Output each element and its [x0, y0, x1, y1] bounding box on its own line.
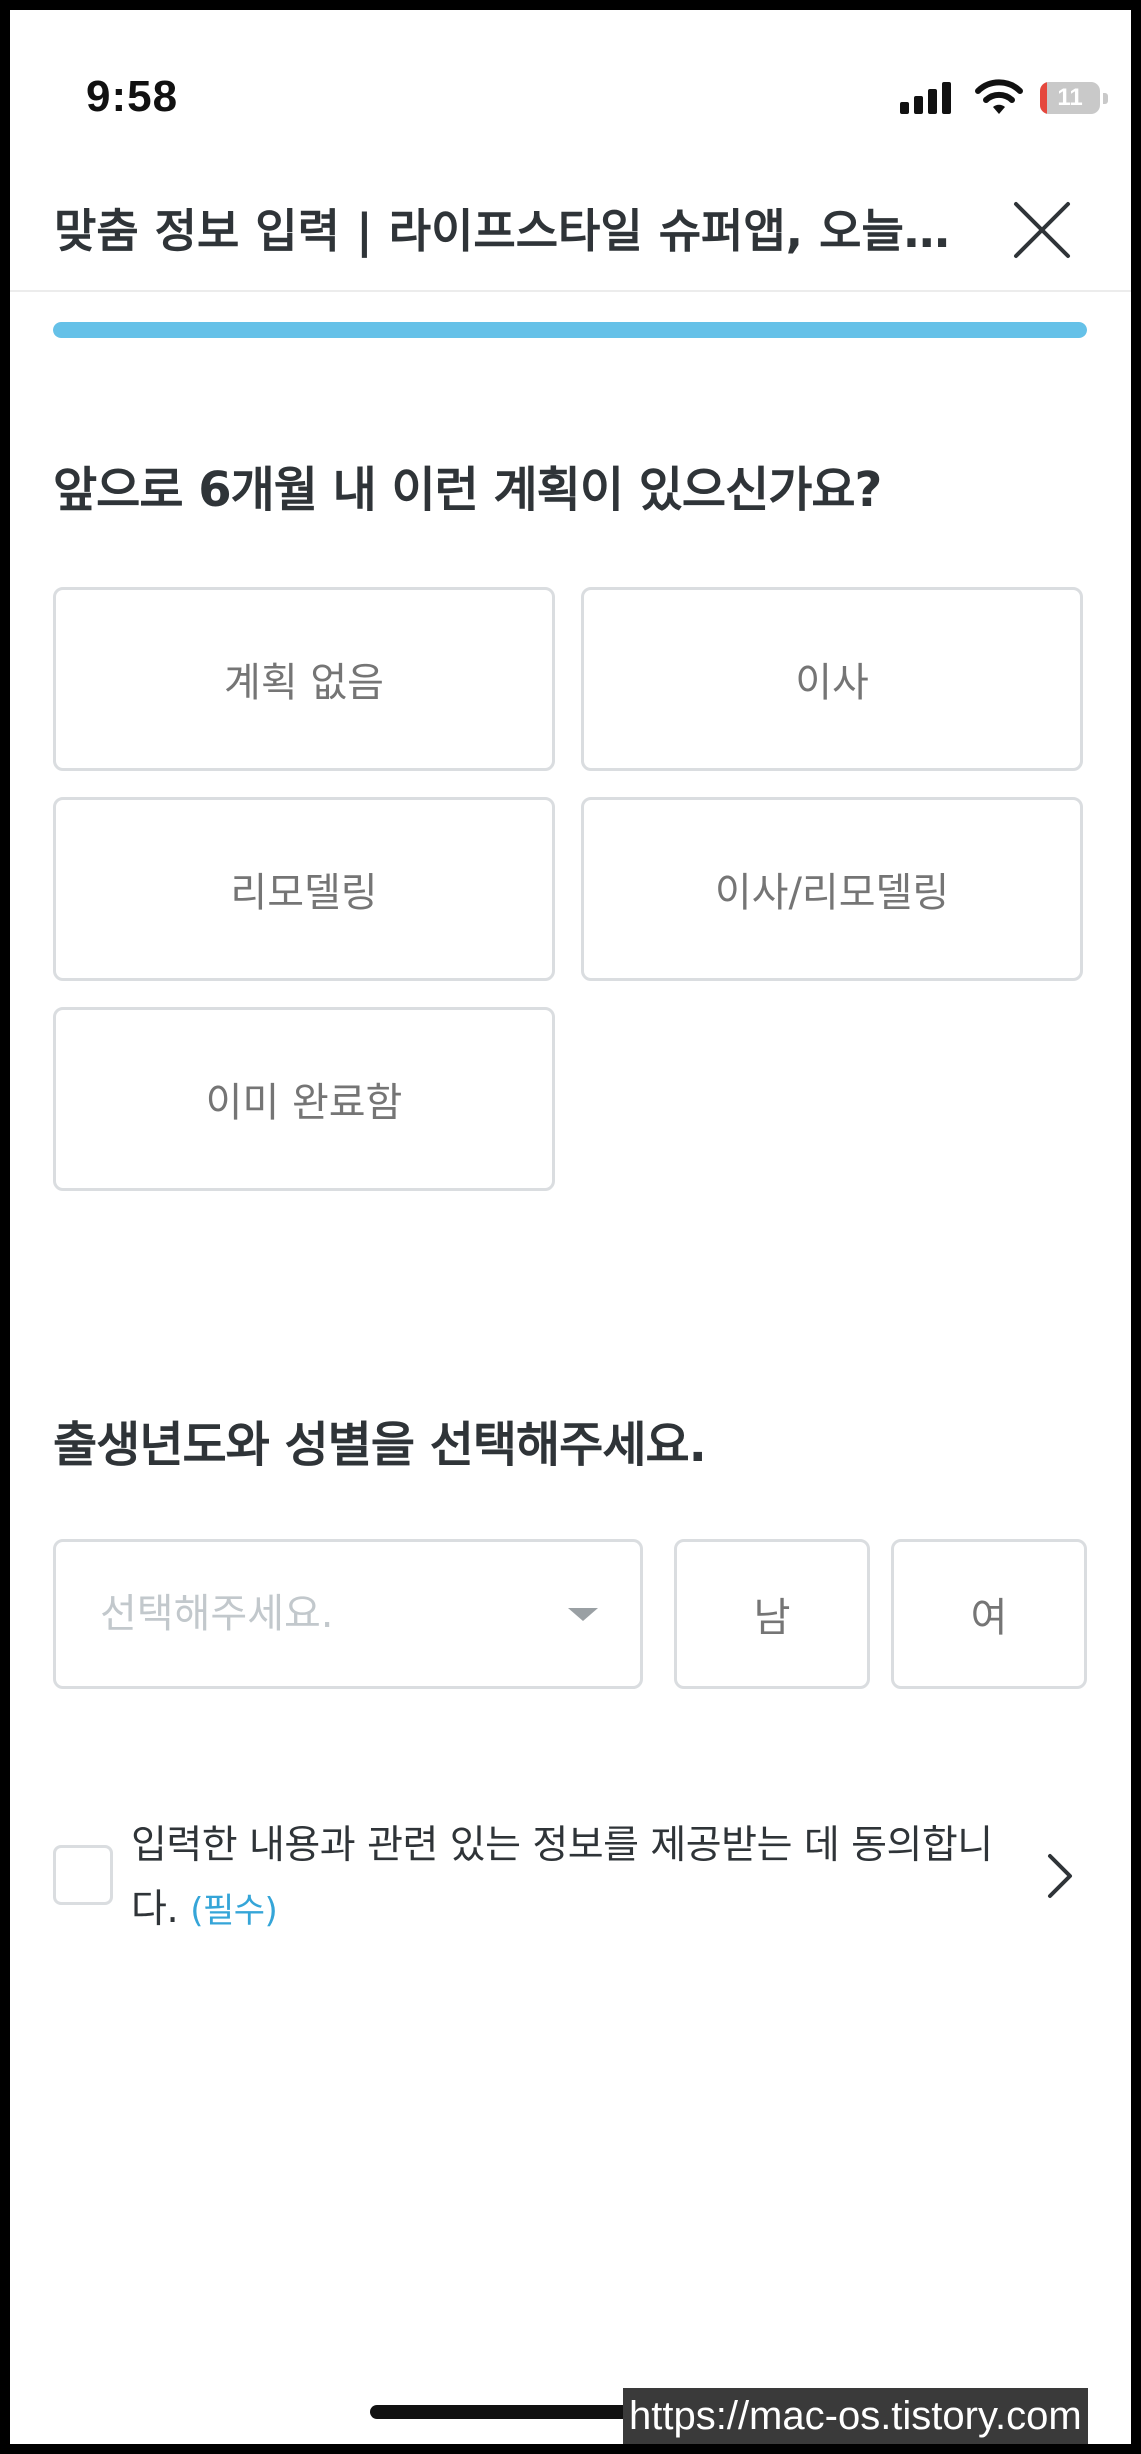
gender-male-button[interactable]: 남	[674, 1539, 870, 1689]
battery-level: 11	[1057, 84, 1083, 111]
status-time: 9:58	[86, 72, 179, 121]
gender-female-button[interactable]: 여	[891, 1539, 1087, 1689]
birth-year-select[interactable]: 선택해주세요.	[53, 1539, 643, 1689]
watermark: https://mac-os.tistory.com	[623, 2388, 1088, 2444]
required-label: (필수)	[190, 1891, 278, 1931]
header-divider	[10, 290, 1131, 292]
option-no-plan[interactable]: 계획 없음	[53, 587, 555, 771]
plan-question-title: 앞으로 6개월 내 이런 계획이 있으신가요?	[53, 462, 882, 518]
progress-bar	[53, 322, 1087, 338]
caret-down-icon	[568, 1608, 598, 1621]
battery-cap	[1103, 93, 1108, 104]
consent-checkbox[interactable]	[53, 1845, 113, 1905]
birth-year-placeholder: 선택해주세요.	[100, 1591, 334, 1637]
close-icon[interactable]	[1006, 194, 1078, 266]
wifi-icon	[975, 79, 1023, 114]
consent-text-block[interactable]: 입력한 내용과 관련 있는 정보를 제공받는 데 동의합니다. (필수)	[131, 1814, 1011, 1943]
option-remodeling[interactable]: 리모델링	[53, 797, 555, 981]
cellular-signal-icon	[900, 78, 956, 118]
progress-fill	[53, 322, 1087, 338]
phone-screen: 9:58 11 맞춤 정보 입력 | 라이프스타일 슈퍼앱, 오늘… 앞으로 6…	[10, 10, 1131, 2444]
battery-icon: 11	[1040, 82, 1100, 114]
profile-question-title: 출생년도와 성별을 선택해주세요.	[53, 1417, 707, 1473]
chevron-right-icon[interactable]	[1040, 1850, 1080, 1902]
option-moving[interactable]: 이사	[581, 587, 1083, 771]
page-title: 맞춤 정보 입력 | 라이프스타일 슈퍼앱, 오늘…	[54, 204, 950, 258]
option-moving-remodeling[interactable]: 이사/리모델링	[581, 797, 1083, 981]
option-already-done[interactable]: 이미 완료함	[53, 1007, 555, 1191]
